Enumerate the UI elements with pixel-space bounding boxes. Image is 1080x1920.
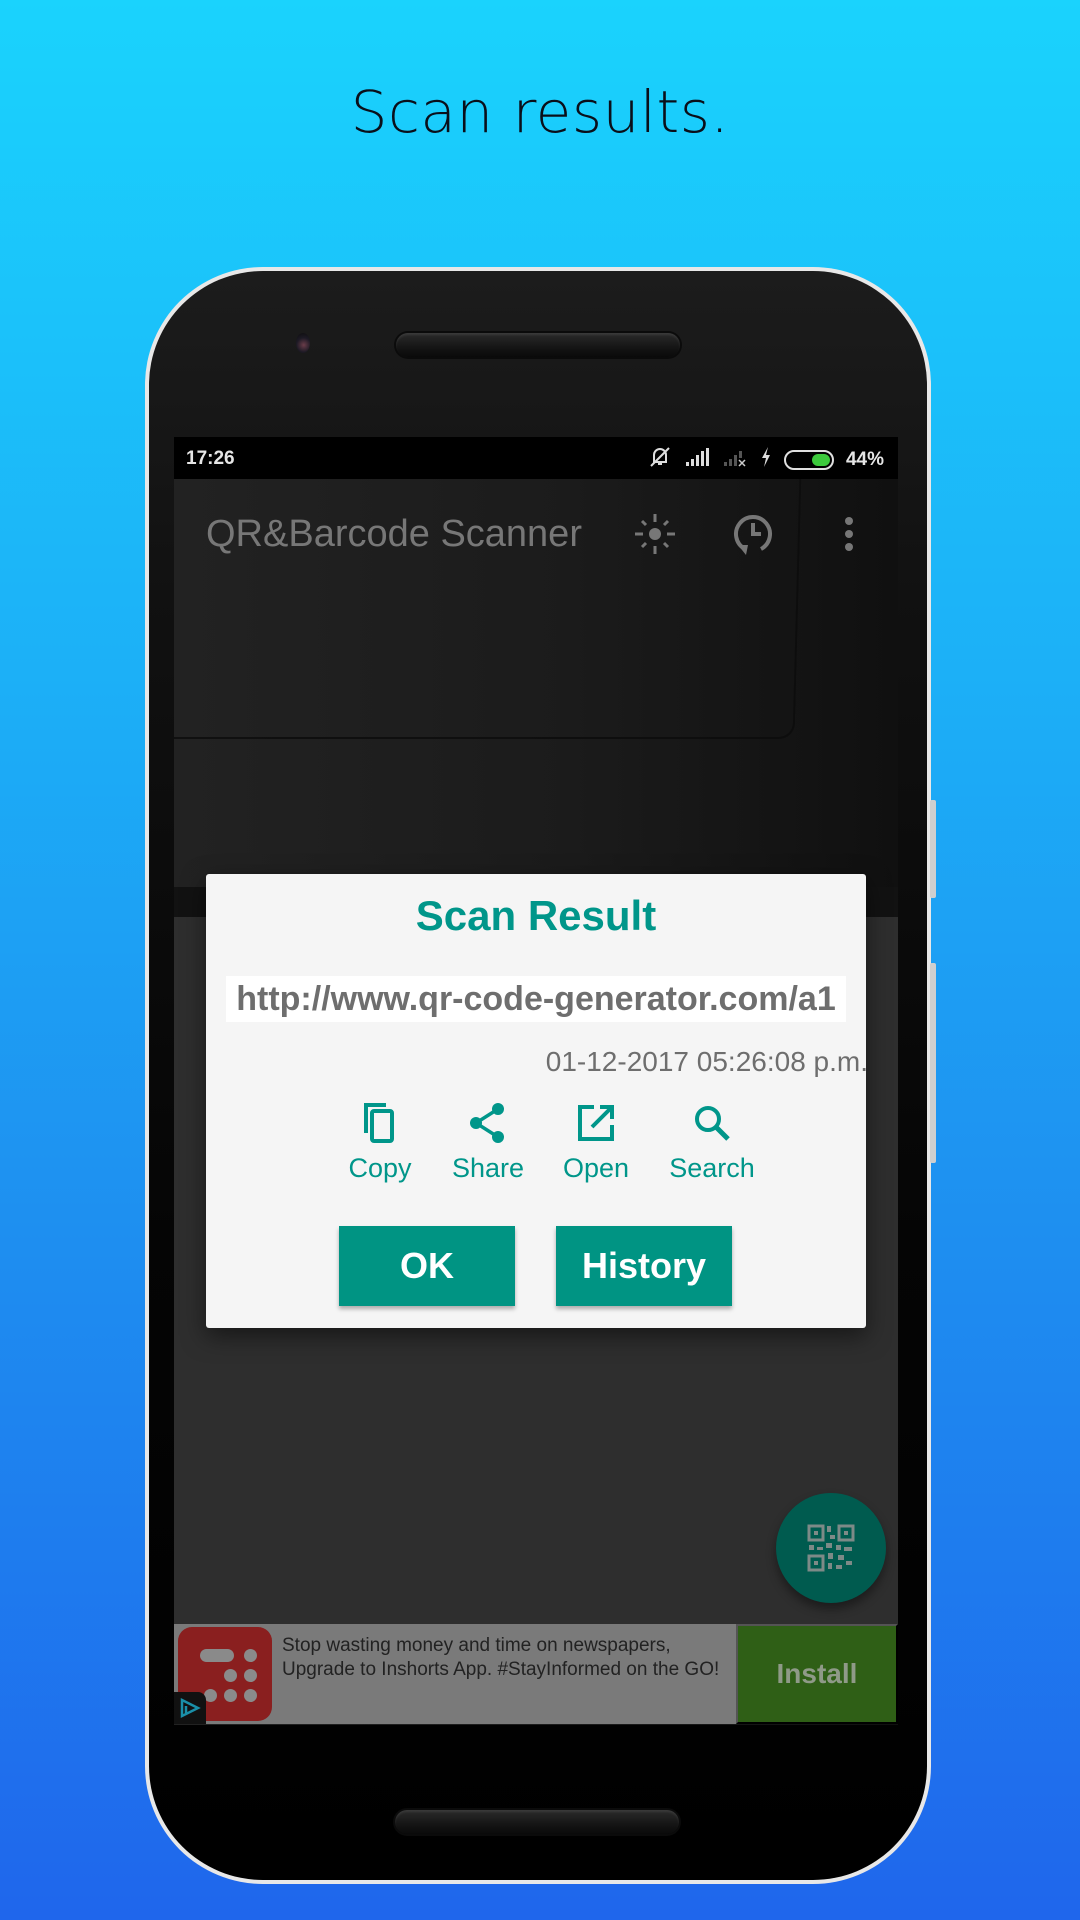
- history-icon[interactable]: [728, 509, 778, 559]
- app-toolbar: QR&Barcode Scanner: [174, 479, 898, 589]
- dialog-title: Scan Result: [415, 892, 657, 939]
- power-button: [930, 800, 936, 898]
- ad-install-button[interactable]: Install: [736, 1624, 898, 1724]
- app-title: QR&Barcode Scanner: [206, 513, 582, 555]
- copy-icon: [364, 1103, 394, 1143]
- copy-label: Copy: [348, 1153, 412, 1183]
- open-label: Open: [562, 1153, 630, 1183]
- scan-timestamp: 01-12-2017 05:26:08 p.m.: [545, 1046, 868, 1077]
- copy-action[interactable]: Copy: [326, 1099, 434, 1184]
- phone-screen: 17:26 44% QR&Barcode Scanner Stop wastin…: [174, 437, 898, 1725]
- bottom-speaker: [395, 1810, 679, 1834]
- status-time: 17:26: [186, 448, 235, 469]
- scanned-url[interactable]: http://www.qr-code-generator.com/a1: [226, 976, 846, 1022]
- status-bar: 17:26 44%: [174, 437, 898, 479]
- battery-percent: 44%: [845, 449, 884, 470]
- search-icon: [695, 1106, 730, 1141]
- battery-icon: [783, 450, 834, 470]
- volume-button: [930, 963, 936, 1163]
- flash-icon[interactable]: [630, 509, 680, 559]
- share-icon: [470, 1103, 504, 1143]
- history-button[interactable]: History: [556, 1226, 732, 1306]
- ad-text: Stop wasting money and time on newspaper…: [282, 1635, 720, 1680]
- battery-fill: [811, 454, 830, 466]
- action-row: Copy Share Open Search: [326, 1099, 774, 1184]
- ad-banner[interactable]: Stop wasting money and time on newspaper…: [174, 1624, 898, 1724]
- search-label: Search: [669, 1153, 755, 1183]
- top-speaker: [396, 333, 680, 357]
- vibrate-off-icon: [648, 446, 672, 474]
- scan-fab[interactable]: [776, 1493, 886, 1603]
- charging-icon: [760, 446, 772, 474]
- front-camera: [296, 333, 310, 353]
- search-action[interactable]: Search: [650, 1099, 774, 1184]
- signal-icon: [684, 447, 710, 473]
- open-action[interactable]: Open: [542, 1099, 650, 1184]
- scan-result-dialog: Scan Result http://www.qr-code-generator…: [206, 874, 868, 1328]
- share-action[interactable]: Share: [434, 1099, 542, 1184]
- no-signal-sim2-icon: [722, 447, 748, 473]
- page-headline: Scan results.: [350, 78, 730, 146]
- qr-code-icon: [807, 1524, 855, 1572]
- more-vert-icon[interactable]: [824, 509, 874, 559]
- share-label: Share: [451, 1153, 525, 1183]
- open-in-new-icon: [578, 1105, 614, 1141]
- ok-button[interactable]: OK: [339, 1226, 515, 1306]
- adchoices-icon[interactable]: [174, 1692, 206, 1724]
